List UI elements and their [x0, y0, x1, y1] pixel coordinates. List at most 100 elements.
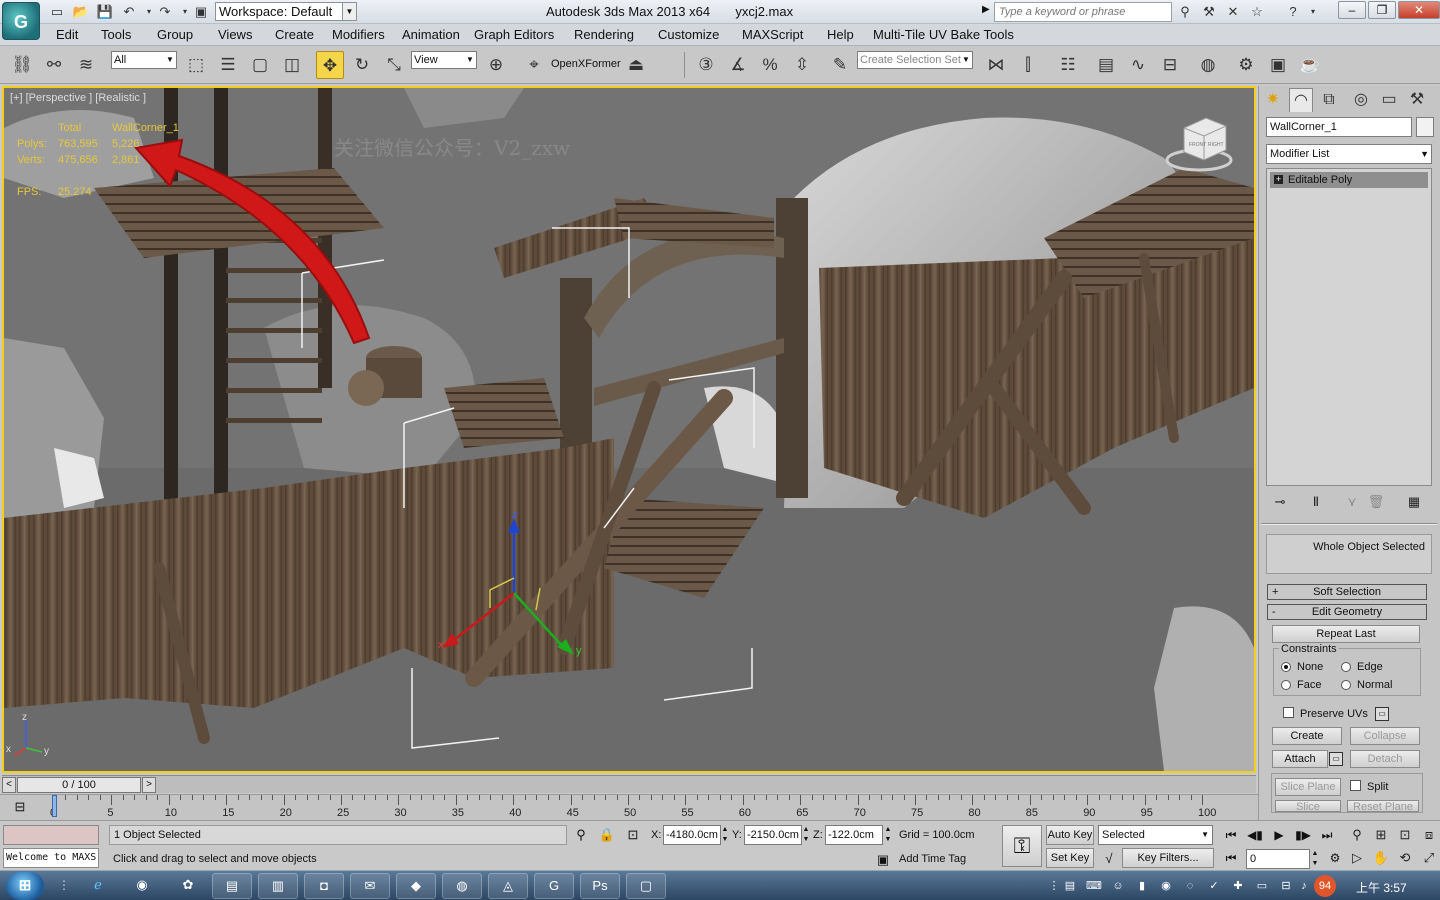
key-mode-toggle-icon[interactable]: ⏮ [1220, 848, 1242, 868]
window-crossing-icon[interactable]: ◫ [278, 51, 306, 79]
pin-stack-icon[interactable]: ⊸ [1269, 492, 1291, 512]
tray-notification-badge[interactable]: 94 [1314, 875, 1336, 897]
current-frame-input[interactable]: 0 [1246, 849, 1310, 869]
viewport-label[interactable]: [+] [Perspective ] [Realistic ] [10, 92, 146, 104]
show-end-result-icon[interactable]: Ⅱ [1305, 492, 1327, 512]
perspective-viewport[interactable]: z x y FRONT RIGHT z x y [+] [Perspective… [2, 86, 1256, 773]
select-and-scale-icon[interactable]: ⤡ [380, 51, 408, 79]
curve-editor-icon[interactable]: ∿ [1124, 51, 1152, 79]
tray-display-icon[interactable]: ▭ [1254, 878, 1270, 894]
app-logo-icon[interactable]: G [2, 2, 40, 40]
openxformer-icon[interactable]: ⌖ [520, 51, 548, 79]
chrome-icon[interactable]: ◉ [122, 873, 162, 899]
attach-button[interactable]: Attach [1272, 750, 1328, 768]
time-slider-next-button[interactable]: > [142, 777, 156, 793]
minimize-button[interactable]: – [1338, 1, 1366, 19]
keyboard-shortcut-override-icon[interactable]: ⏏ [622, 51, 650, 79]
edit-geometry-rollout[interactable]: - Edit Geometry [1267, 604, 1427, 620]
stack-item-editable-poly[interactable]: + Editable Poly [1270, 172, 1428, 188]
previous-frame-icon[interactable]: ◀▮ [1244, 825, 1266, 845]
tray-battery-icon[interactable]: ▮ [1134, 878, 1150, 894]
utilities-tab-icon[interactable]: ⚒ [1405, 88, 1429, 112]
z-coord-spinner[interactable]: ▲ ▼ [884, 825, 892, 845]
file-explorer-icon[interactable]: ▤ [212, 873, 252, 899]
time-tag-icon[interactable]: ▣ [874, 851, 892, 869]
photoshop-icon[interactable]: Ps [580, 873, 620, 899]
menu-rendering[interactable]: Rendering [574, 27, 634, 42]
current-frame-marker[interactable] [52, 795, 57, 817]
zoom-all-icon[interactable]: ⊞ [1370, 825, 1392, 845]
maximize-viewport-icon[interactable]: ⤢ [1418, 848, 1440, 868]
expand-plus-icon[interactable]: + [1274, 175, 1283, 184]
layer-manager-icon[interactable]: ☷ [1054, 51, 1082, 79]
constraint-none-radio[interactable] [1281, 662, 1291, 672]
motion-tab-icon[interactable]: ◎ [1349, 88, 1373, 112]
constraint-normal-radio[interactable] [1341, 680, 1351, 690]
restore-button[interactable]: ❐ [1368, 1, 1396, 19]
graphite-ribbon-icon[interactable]: ▤ [1092, 51, 1120, 79]
time-slider-prev-button[interactable]: < [2, 777, 16, 793]
soft-selection-rollout[interactable]: + Soft Selection [1267, 584, 1427, 600]
menu-multitile-uv-bake-tools[interactable]: Multi-Tile UV Bake Tools [873, 27, 1014, 42]
undo-icon[interactable]: ↶ [120, 3, 138, 21]
default-in-out-tangent-icon[interactable]: √ [1100, 850, 1118, 868]
3ds-max-taskbar-icon[interactable]: G [534, 873, 574, 899]
volume-icon[interactable]: ♪ [1296, 878, 1312, 894]
modifier-list-dropdown[interactable]: Modifier List ▼ [1266, 144, 1432, 164]
attach-list-button[interactable]: ▭ [1329, 752, 1343, 766]
time-configuration-icon[interactable]: ⚙ [1324, 848, 1346, 868]
tray-chat-icon[interactable]: ☺ [1110, 878, 1126, 894]
x-coord-spinner[interactable]: ▲ ▼ [721, 825, 729, 845]
time-slider-thumb[interactable]: 0 / 100 [17, 777, 141, 793]
bind-space-warp-icon[interactable]: ≋ [72, 51, 100, 79]
system-clock[interactable]: 上午 3:57 [1356, 879, 1407, 896]
favorites-star-icon[interactable]: ☆ [1248, 3, 1266, 21]
constraint-edge-radio[interactable] [1341, 662, 1351, 672]
key-set-dropdown[interactable]: Selected ▼ [1098, 825, 1213, 845]
slice-button[interactable]: Slice [1275, 800, 1341, 812]
select-by-name-icon[interactable]: ☰ [214, 51, 242, 79]
key-filters-button[interactable]: Key Filters... [1122, 848, 1214, 868]
media-app-icon[interactable]: ◍ [442, 873, 482, 899]
pan-view-icon[interactable]: ✋ [1370, 848, 1392, 868]
menu-graph-editors[interactable]: Graph Editors [474, 27, 554, 42]
mirror-icon[interactable]: ⋈ [982, 51, 1010, 79]
chart-app-icon[interactable]: ▥ [258, 873, 298, 899]
preserve-uvs-settings-button[interactable]: ▭ [1375, 707, 1389, 721]
selection-filter-dropdown[interactable]: All ▼ [111, 51, 177, 69]
qiyi-app-icon[interactable]: ◘ [304, 873, 344, 899]
select-and-move-icon[interactable]: ✥ [316, 51, 344, 79]
project-folder-icon[interactable]: ▣ [192, 3, 210, 21]
split-checkbox[interactable] [1350, 780, 1361, 791]
maxscript-mini-input[interactable]: Welcome to MAXS [3, 848, 99, 868]
unity-icon[interactable]: ◬ [488, 873, 528, 899]
go-to-end-icon[interactable]: ⏭ [1316, 825, 1338, 845]
reference-coord-dropdown[interactable]: View ▼ [411, 51, 477, 69]
constraint-face-radio[interactable] [1281, 680, 1291, 690]
x-coord-input[interactable]: -4180.0cm [663, 825, 721, 845]
orbit-icon[interactable]: ⟲ [1394, 848, 1416, 868]
menu-customize[interactable]: Customize [658, 27, 719, 42]
maxscript-listener-mini[interactable] [3, 825, 99, 845]
unlink-icon[interactable]: ⚯ [40, 51, 68, 79]
align-icon[interactable]: ⫿ [1014, 51, 1042, 79]
communication-center-icon[interactable]: ✕ [1224, 3, 1242, 21]
collapse-button[interactable]: Collapse [1350, 727, 1420, 745]
field-of-view-icon[interactable]: ▷ [1346, 848, 1368, 868]
isolate-selection-icon[interactable]: ⚲ [572, 826, 590, 844]
help-icon[interactable]: ? [1284, 3, 1302, 21]
auto-key-button[interactable]: Auto Key [1046, 825, 1094, 845]
make-unique-icon[interactable]: ⋎ [1341, 492, 1363, 512]
named-selection-dropdown[interactable]: Create Selection Set ▼ [857, 51, 973, 69]
material-editor-icon[interactable]: ◍ [1194, 51, 1222, 79]
workspace-dropdown[interactable]: Workspace: Default ▼ [215, 2, 357, 21]
zoom-icon[interactable]: ⚲ [1346, 825, 1368, 845]
new-file-icon[interactable]: ▭ [48, 3, 66, 21]
set-key-icon[interactable]: ⚿ [1002, 825, 1042, 867]
render-setup-icon[interactable]: ⚙ [1232, 51, 1260, 79]
percent-snap-icon[interactable]: % [756, 51, 784, 79]
repeat-last-button[interactable]: Repeat Last [1272, 625, 1420, 643]
time-slider[interactable]: < 0 / 100 > [2, 775, 1256, 793]
tray-vpn-icon[interactable]: ◌ [1182, 878, 1198, 894]
tray-document-icon[interactable]: ▤ [1062, 878, 1078, 894]
